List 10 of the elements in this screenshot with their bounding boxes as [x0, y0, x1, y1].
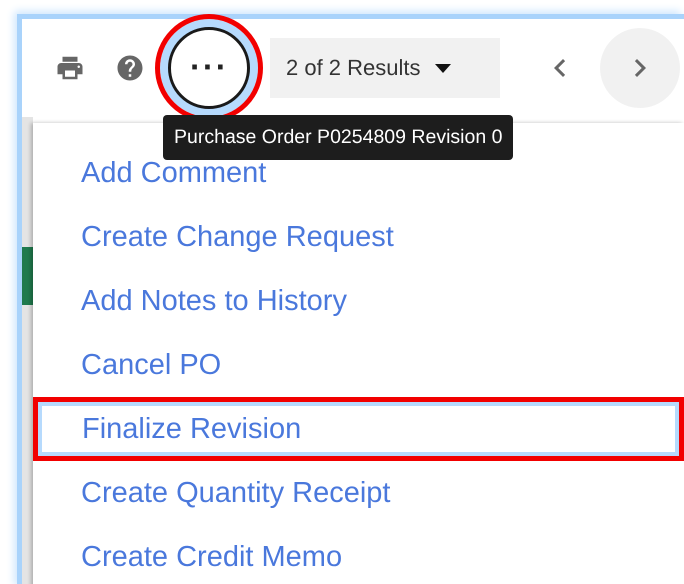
results-dropdown[interactable]: 2 of 2 Results — [270, 38, 500, 98]
menu-item[interactable]: Cancel PO — [33, 333, 684, 397]
tooltip: Purchase Order P0254809 Revision 0 — [163, 115, 514, 160]
results-label: 2 of 2 Results — [286, 55, 421, 81]
menu-item[interactable]: Add Notes to History — [33, 269, 684, 333]
caret-icon — [434, 64, 451, 72]
menu-item[interactable]: Finalize Revision — [33, 397, 684, 461]
menu-item[interactable]: Create Credit Memo — [33, 525, 684, 584]
menu-item[interactable]: Create Change Request — [33, 205, 684, 269]
menu-item[interactable]: Create Quantity Receipt — [33, 461, 684, 525]
